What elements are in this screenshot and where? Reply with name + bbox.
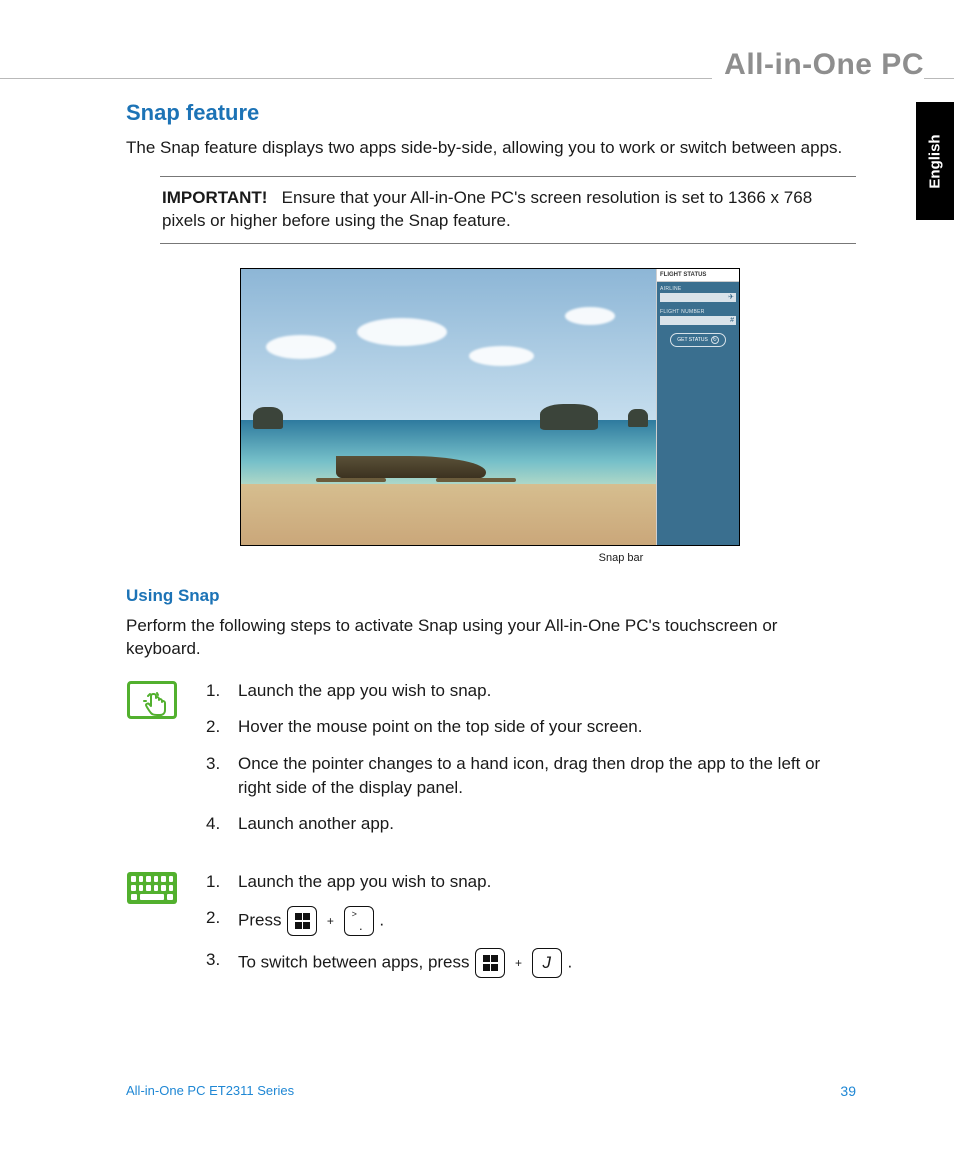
touch-icon (126, 679, 178, 719)
section-intro: The Snap feature displays two apps side-… (126, 136, 856, 160)
page-number: 39 (840, 1083, 856, 1099)
flightnum-field: # (660, 316, 736, 325)
step-text: . (567, 953, 572, 972)
windows-key-icon (287, 906, 317, 936)
note-label: IMPORTANT! (162, 188, 267, 207)
arrow-icon: ↻ (711, 336, 719, 344)
keyboard-step: To switch between apps, press + J . (206, 948, 856, 978)
hash-icon: # (730, 316, 734, 325)
snap-screenshot: FLIGHT STATUS AIRLINE ✈ FLIGHT NUMBER # … (240, 268, 740, 546)
plus-icon: + (327, 913, 334, 930)
step-text: To switch between apps, press (238, 953, 474, 972)
using-snap-heading: Using Snap (126, 586, 856, 606)
touch-step: Hover the mouse point on the top side of… (206, 715, 856, 739)
using-snap-intro: Perform the following steps to activate … (126, 614, 856, 662)
flightnum-label: FLIGHT NUMBER (657, 305, 739, 316)
plus-icon: + (515, 955, 522, 972)
step-text: . (379, 911, 384, 930)
language-tab: English (916, 102, 954, 220)
touch-step: Launch another app. (206, 812, 856, 836)
touch-step: Once the pointer changes to a hand icon,… (206, 752, 856, 800)
windows-key-icon (475, 948, 505, 978)
product-line-heading: All-in-One PC (712, 48, 924, 82)
photo-app-pane (241, 269, 656, 545)
get-status-label: GET STATUS (677, 337, 708, 343)
important-note: IMPORTANT! Ensure that your All-in-One P… (160, 176, 856, 244)
touch-step: Launch the app you wish to snap. (206, 679, 856, 703)
touch-method: Launch the app you wish to snap. Hover t… (126, 679, 856, 848)
keyboard-step: Launch the app you wish to snap. (206, 870, 856, 894)
get-status-button: GET STATUS ↻ (670, 333, 726, 347)
keyboard-icon (126, 870, 178, 904)
airline-icon: ✈ (728, 293, 734, 302)
footer-series: All-in-One PC ET2311 Series (126, 1083, 294, 1099)
j-key-icon: J (532, 948, 562, 978)
section-title: Snap feature (126, 100, 856, 126)
touch-steps: Launch the app you wish to snap. Hover t… (206, 679, 856, 848)
flight-status-pane: FLIGHT STATUS AIRLINE ✈ FLIGHT NUMBER # … (657, 269, 739, 545)
airline-field: ✈ (660, 293, 736, 302)
keyboard-step: Press + >. . (206, 906, 856, 936)
period-key-icon: >. (344, 906, 374, 936)
language-tab-label: English (927, 134, 944, 188)
keyboard-method: Launch the app you wish to snap. Press +… (126, 870, 856, 990)
snap-bar-caption: Snap bar (240, 552, 742, 564)
flight-status-title: FLIGHT STATUS (657, 269, 739, 282)
page-footer: All-in-One PC ET2311 Series 39 (126, 1083, 856, 1099)
keyboard-steps: Launch the app you wish to snap. Press +… (206, 870, 856, 990)
step-text: Press (238, 911, 286, 930)
airline-label: AIRLINE (657, 282, 739, 293)
